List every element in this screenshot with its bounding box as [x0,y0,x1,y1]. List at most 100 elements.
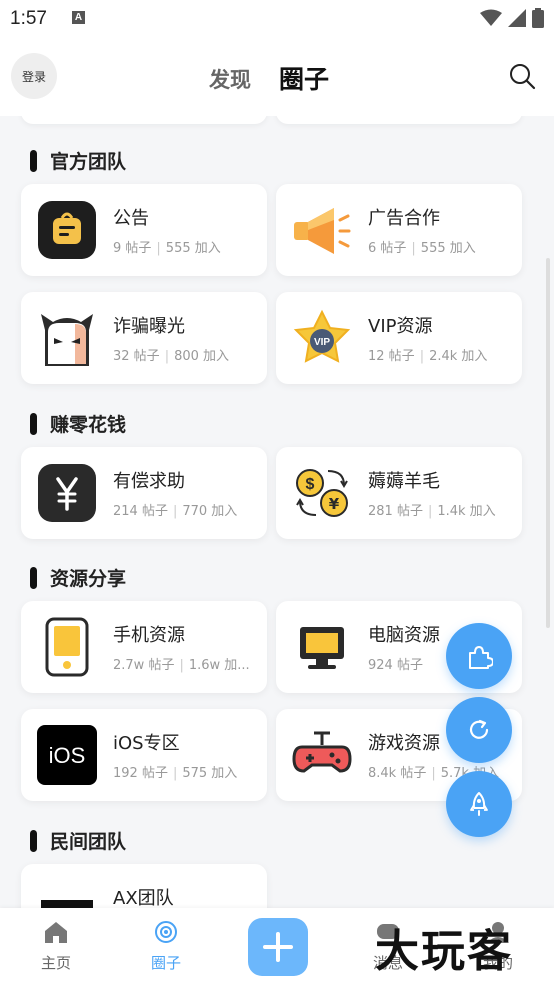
circle-card-freebies[interactable]: $ ¥ 薅薅羊毛 281 帖子 | 1.4k 加入 [276,447,522,539]
post-count: 192 帖子 [113,766,168,781]
circle-name: 薅薅羊毛 [368,471,440,492]
announcement-icon [38,201,96,259]
circle-card-announcement[interactable]: 公告 9 帖子 | 555 加入 [21,184,267,276]
section-title-folk-teams: 民间团队 [30,827,126,854]
join-count: 1.6w 加... [188,658,250,673]
circle-target-icon [155,921,177,943]
battery-icon [532,8,544,28]
circle-card-ios-zone[interactable]: iOS iOS专区 192 帖子 | 575 加入 [21,709,267,801]
section-bar [30,829,37,852]
circle-stats: 9 帖子 | 555 加入 [113,241,221,256]
join-count: 555 加入 [165,241,221,256]
signal-icon [508,9,526,27]
gamepad-icon [292,731,352,773]
computer-icon [300,627,344,669]
header: 登录 发现 圈子 [0,38,554,116]
puzzle-fab[interactable] [446,623,512,689]
section-title-text: 民间团队 [50,831,127,853]
circle-card-vip-resources[interactable]: VIP VIP资源 12 帖子 | 2.4k 加入 [276,292,522,384]
notification-icon: A [72,11,85,24]
circle-stats: 192 帖子 | 575 加入 [113,766,238,781]
post-count: 924 帖子 [368,658,423,673]
nav-circle[interactable]: 圈子 [136,920,196,973]
post-count: 32 帖子 [113,349,160,364]
partial-card[interactable] [21,116,267,124]
join-count: 800 加入 [174,349,230,364]
plus-icon [263,932,293,962]
circle-name: 手机资源 [113,625,185,646]
svg-text:iOS: iOS [49,743,86,768]
circle-card-ax-team[interactable]: AX团队 [21,864,267,908]
scrollbar[interactable] [546,258,550,628]
svg-text:¥: ¥ [329,495,340,513]
circle-name: 有偿求助 [113,471,185,492]
circle-name: iOS专区 [113,733,180,754]
post-count: 2.7w 帖子 [113,658,175,673]
status-bar: 1:57 A [0,0,554,38]
circle-name: VIP资源 [368,316,433,337]
circle-stats: 214 帖子 | 770 加入 [113,504,238,519]
circle-card-paid-help[interactable]: 有偿求助 214 帖子 | 770 加入 [21,447,267,539]
ios-icon: iOS [37,725,97,785]
circle-name: 诈骗曝光 [113,316,185,337]
post-count: 6 帖子 [368,241,407,256]
join-count: 1.4k 加入 [437,504,496,519]
post-count: 281 帖子 [368,504,423,519]
section-title-text: 官方团队 [50,151,127,173]
rocket-icon [470,792,488,816]
section-bar [30,412,37,435]
refresh-fab[interactable] [446,697,512,763]
nav-home[interactable]: 主页 [26,920,86,973]
circle-card-scam-exposure[interactable]: 诈骗曝光 32 帖子 | 800 加入 [21,292,267,384]
puzzle-icon [469,646,493,669]
circle-stats: 12 帖子 | 2.4k 加入 [368,349,488,364]
megaphone-icon [294,208,351,254]
svg-text:VIP: VIP [314,337,330,348]
circle-name: AX团队 [113,888,174,908]
section-title-official: 官方团队 [30,147,126,174]
ghost-icon [41,314,93,366]
wifi-icon [480,9,502,26]
circle-name: 公告 [113,208,149,229]
tab-discover[interactable]: 发现 [209,64,251,94]
tab-circle[interactable]: 圈子 [279,60,329,96]
section-title-resource-sharing: 资源分享 [30,564,126,591]
phone-icon [45,617,89,677]
search-icon[interactable] [508,62,536,90]
circle-stats: 281 帖子 | 1.4k 加入 [368,504,496,519]
join-count: 555 加入 [420,241,476,256]
post-count: 9 帖子 [113,241,152,256]
circle-stats: 2.7w 帖子 | 1.6w 加... [113,658,250,673]
vip-star-icon: VIP [293,309,351,363]
watermark: 大玩客 [375,926,513,977]
login-button[interactable]: 登录 [11,53,57,99]
refresh-icon [469,719,489,739]
home-icon [45,922,67,943]
add-post-button[interactable] [248,918,308,976]
yen-icon [38,464,96,522]
join-count: 2.4k 加入 [429,349,488,364]
nav-label: 圈子 [150,954,181,972]
circle-name: 电脑资源 [368,625,440,646]
ax-team-icon [41,900,93,908]
svg-text:$: $ [306,476,315,493]
join-count: 770 加入 [182,504,238,519]
join-count: 575 加入 [182,766,238,781]
circle-name: 广告合作 [368,208,440,229]
section-title-earn-money: 赚零花钱 [30,410,126,437]
circle-stats: 32 帖子 | 800 加入 [113,349,230,364]
circle-card-ad-cooperation[interactable]: 广告合作 6 帖子 | 555 加入 [276,184,522,276]
post-count: 12 帖子 [368,349,415,364]
section-title-text: 资源分享 [50,568,127,590]
circle-name: 游戏资源 [368,733,440,754]
section-bar [30,149,37,172]
circle-card-phone-resources[interactable]: 手机资源 2.7w 帖子 | 1.6w 加... [21,601,267,693]
rocket-fab[interactable] [446,771,512,837]
post-count: 214 帖子 [113,504,168,519]
section-bar [30,566,37,589]
partial-card[interactable] [276,116,522,124]
status-time: 1:57 [10,8,47,29]
nav-label: 主页 [40,954,71,972]
section-title-text: 赚零花钱 [50,414,127,436]
post-count: 8.4k 帖子 [368,766,427,781]
